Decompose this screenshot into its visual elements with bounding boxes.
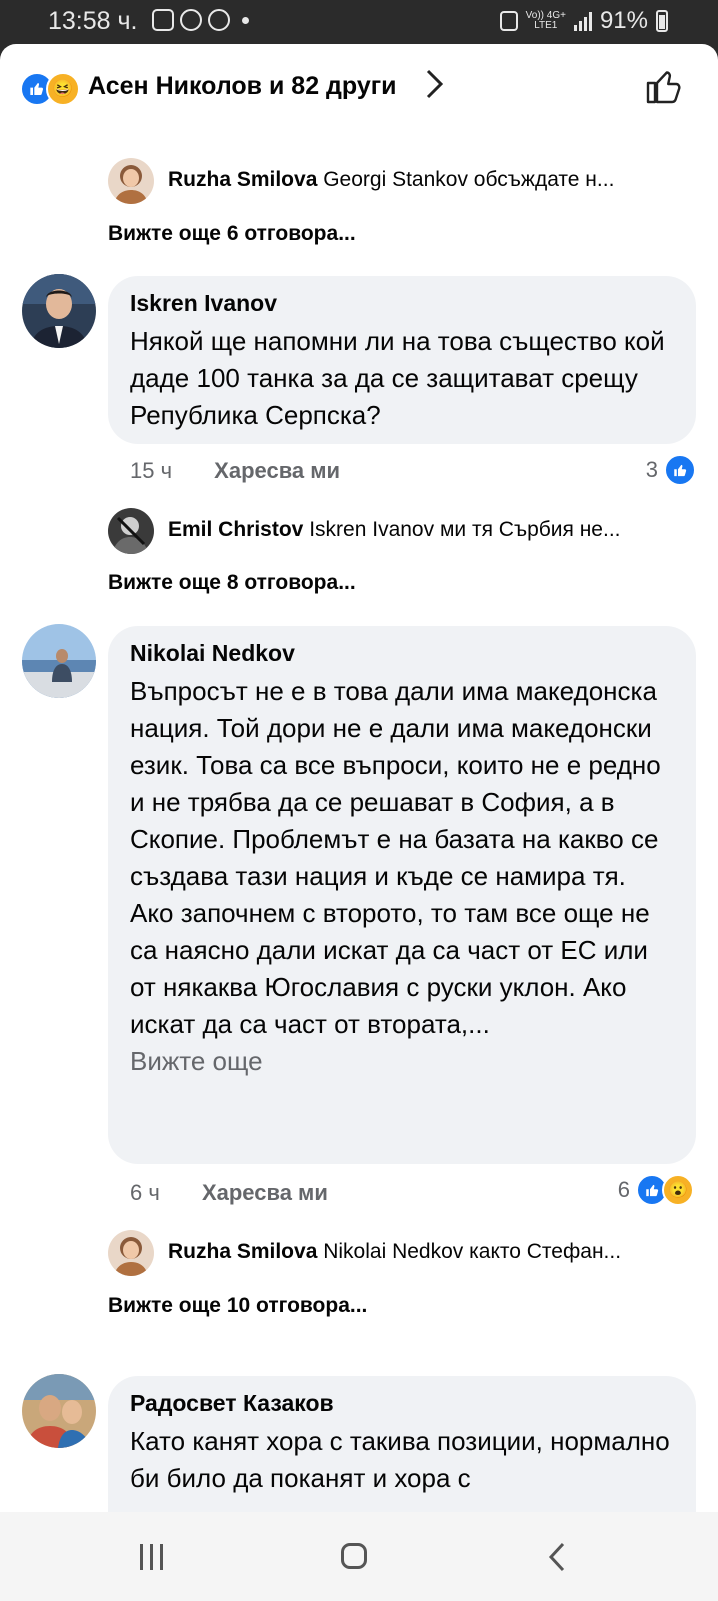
reply-author[interactable]: Ruzha Smilova <box>168 168 317 191</box>
viber-notification-icon <box>180 9 202 31</box>
comment-text: Като канят хора с такива позиции, нормал… <box>130 1426 670 1493</box>
battery-percent: 91% <box>599 7 648 34</box>
like-icon <box>664 454 696 486</box>
comment-time[interactable]: 6 ч <box>130 1180 160 1205</box>
avatar[interactable] <box>108 158 154 204</box>
network-indicator: Vo)) 4G+ LTE1 <box>526 11 566 31</box>
reply-preview[interactable]: Ruzha Smilova Nikolai Nedkov както Стефа… <box>108 1230 688 1278</box>
comment-text: Някой ще напомни ли на това същество кой… <box>130 326 665 430</box>
reply-preview-text: Ruzha Smilova Georgi Stankov обсъждате н… <box>168 168 688 192</box>
alarm-icon <box>499 11 518 31</box>
reaction-count: 6 <box>617 1177 630 1202</box>
more-notifications-icon <box>242 16 249 24</box>
reply-snippet: Iskren Ivanov ми тя Сърбия не... <box>309 518 621 541</box>
reaction-summary[interactable]: 6 😮 <box>618 1174 696 1206</box>
reply-preview-text: Emil Christov Iskren Ivanov ми тя Сърбия… <box>168 518 688 542</box>
view-more-replies[interactable]: Вижте още 10 отговора... <box>108 1294 367 1318</box>
system-navigation-bar <box>0 1512 718 1601</box>
comment-author[interactable]: Nikolai Nedkov <box>130 640 674 667</box>
like-button[interactable]: Харесва ми <box>214 458 340 483</box>
haha-icon: 😆 <box>46 72 80 106</box>
status-time: 13:58 ч. <box>48 7 138 35</box>
comment-time[interactable]: 15 ч <box>130 458 172 483</box>
reply-preview[interactable]: Emil Christov Iskren Ivanov ми тя Сърбия… <box>108 508 688 556</box>
recent-apps-icon[interactable] <box>140 1544 163 1570</box>
view-more-replies[interactable]: Вижте още 6 отговора... <box>108 222 356 246</box>
reply-snippet: Nikolai Nedkov както Стефан... <box>323 1240 622 1263</box>
reaction-icons: 😮 <box>636 1174 696 1206</box>
reactors-text[interactable]: Асен Николов и 82 други <box>88 72 397 101</box>
comment-bubble[interactable]: Nikolai Nedkov Въпросът не е в това дали… <box>108 626 696 1164</box>
avatar[interactable] <box>108 1230 154 1276</box>
status-bar: 13:58 ч. Vo)) 4G+ LTE1 91% <box>0 0 718 44</box>
reaction-summary[interactable]: 3 <box>646 454 696 486</box>
wow-icon: 😮 <box>662 1174 694 1206</box>
comment-bubble[interactable]: Iskren Ivanov Някой ще напомни ли на тов… <box>108 276 696 444</box>
comment-author[interactable]: Iskren Ivanov <box>130 290 674 317</box>
reactions-header[interactable]: 😆 Асен Николов и 82 други <box>0 44 718 130</box>
comment-author[interactable]: Радосвет Казаков <box>130 1390 674 1417</box>
like-button[interactable]: Харесва ми <box>202 1180 328 1205</box>
view-more-replies[interactable]: Вижте още 8 отговора... <box>108 571 356 595</box>
status-right: Vo)) 4G+ LTE1 91% <box>499 7 668 35</box>
reply-preview[interactable]: Ruzha Smilova Georgi Stankov обсъждате н… <box>108 158 688 206</box>
reaction-icons <box>664 454 696 486</box>
avatar[interactable] <box>22 624 96 698</box>
avatar[interactable] <box>22 274 96 348</box>
viber-notification-icon <box>208 9 230 31</box>
see-more-link[interactable]: Вижте още <box>130 1043 674 1080</box>
signal-icon <box>573 11 592 31</box>
chevron-right-icon[interactable] <box>424 68 446 108</box>
comment-text: Въпросът не е в това дали има македонска… <box>130 676 661 1039</box>
home-icon[interactable] <box>341 1543 367 1569</box>
reaction-count: 3 <box>645 457 658 482</box>
comment-bubble[interactable]: Радосвет Казаков Като канят хора с такив… <box>108 1376 696 1512</box>
thumbs-up-icon[interactable] <box>644 66 684 106</box>
gallery-notification-icon <box>152 9 174 31</box>
battery-icon <box>656 10 668 32</box>
comment-meta: 15 ч Харесва ми <box>130 458 340 484</box>
avatar[interactable] <box>108 508 154 554</box>
network-bottom: LTE1 <box>534 20 558 31</box>
reaction-icons: 😆 <box>20 72 84 106</box>
comments-sheet: 😆 Асен Николов и 82 други Ruzha Smilova … <box>0 44 718 1512</box>
avatar[interactable] <box>22 1374 96 1448</box>
reply-author[interactable]: Emil Christov <box>168 518 303 541</box>
reply-author[interactable]: Ruzha Smilova <box>168 1240 317 1263</box>
reply-snippet: Georgi Stankov обсъждате н... <box>323 168 615 191</box>
reply-preview-text: Ruzha Smilova Nikolai Nedkov както Стефа… <box>168 1240 688 1264</box>
notification-icons <box>152 9 249 31</box>
comment-meta: 6 ч Харесва ми <box>130 1180 328 1206</box>
back-icon[interactable] <box>545 1540 569 1574</box>
